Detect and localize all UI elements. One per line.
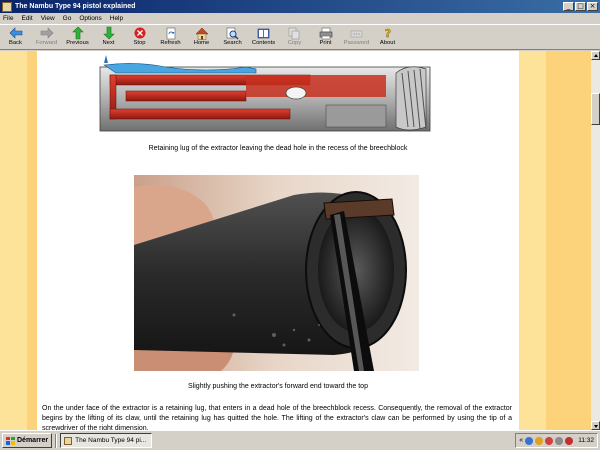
- tray-security-icon[interactable]: [535, 436, 544, 445]
- minimize-button[interactable]: _: [563, 2, 574, 11]
- menu-view[interactable]: View: [41, 15, 55, 22]
- forward-button[interactable]: Forward: [31, 25, 62, 50]
- back-label: Back: [9, 40, 22, 46]
- home-icon: [194, 26, 209, 40]
- forward-label: Forward: [35, 40, 58, 46]
- back-arrow-icon: [9, 26, 23, 40]
- tray-volume-icon[interactable]: [555, 436, 564, 445]
- taskbar: Démarrer The Nambu Type 94 pi... « 11:32: [0, 430, 600, 450]
- extractor-photo: [134, 175, 419, 371]
- print-icon: [319, 26, 333, 40]
- password-label: Password: [343, 40, 370, 46]
- back-button[interactable]: Back: [0, 25, 31, 50]
- forward-arrow-icon: [40, 26, 54, 40]
- window-title: The Nambu Type 94 pistol explained: [15, 3, 136, 10]
- search-button[interactable]: Search: [217, 25, 248, 50]
- previous-up-arrow-icon: [71, 26, 85, 40]
- previous-label: Previous: [66, 40, 89, 46]
- about-label: About: [379, 40, 396, 46]
- previous-button[interactable]: Previous: [62, 25, 93, 50]
- task-app-icon: [64, 436, 73, 445]
- stop-label: Stop: [133, 40, 146, 46]
- maximize-button[interactable]: □: [575, 2, 586, 11]
- tray-clock[interactable]: 11:32: [578, 437, 594, 444]
- windows-logo-icon: [6, 436, 15, 445]
- scroll-up-icon: [594, 54, 598, 57]
- menu-edit[interactable]: Edit: [21, 15, 32, 22]
- body-paragraph: On the under face of the extractor is a …: [42, 405, 512, 430]
- search-icon: [226, 26, 240, 40]
- content-area[interactable]: Retaining lug of the extractor leaving t…: [0, 51, 591, 430]
- menu-options[interactable]: Options: [79, 15, 101, 22]
- password-icon: [350, 26, 364, 40]
- menu-bar: File Edit View Go Options Help: [0, 13, 600, 24]
- scroll-up-button[interactable]: [591, 51, 600, 60]
- close-button[interactable]: ×: [587, 2, 598, 11]
- system-tray: « 11:32: [515, 433, 598, 448]
- taskbar-window-item[interactable]: The Nambu Type 94 pi...: [60, 433, 153, 448]
- search-label: Search: [223, 40, 242, 46]
- left-margin-band: [0, 51, 27, 430]
- home-button[interactable]: Home: [186, 25, 217, 50]
- next-label: Next: [102, 40, 115, 46]
- stop-icon: [133, 26, 147, 40]
- vertical-scrollbar[interactable]: [591, 51, 600, 430]
- password-button[interactable]: Password: [341, 25, 372, 50]
- print-button[interactable]: Print: [310, 25, 341, 50]
- diagram-caption: Retaining lug of the extractor leaving t…: [148, 145, 408, 152]
- tray-expand-icon[interactable]: «: [519, 437, 523, 444]
- tray-antivirus-icon[interactable]: [545, 436, 554, 445]
- scroll-thumb[interactable]: [591, 93, 600, 125]
- left-margin-band-inner: [27, 51, 37, 430]
- right-margin-band: [519, 51, 546, 430]
- taskbar-separator: [55, 433, 58, 448]
- menu-help[interactable]: Help: [110, 15, 123, 22]
- right-margin-band-outer: [546, 51, 591, 430]
- contents-icon: [257, 26, 271, 40]
- scroll-down-button[interactable]: [591, 421, 600, 430]
- contents-label: Contents: [251, 40, 276, 46]
- about-icon: ?: [381, 26, 395, 40]
- svg-text:?: ?: [384, 27, 390, 40]
- start-label: Démarrer: [17, 437, 49, 444]
- about-button[interactable]: ? About: [372, 25, 403, 50]
- tray-network-icon[interactable]: [525, 436, 534, 445]
- refresh-label: Refresh: [160, 40, 181, 46]
- home-label: Home: [193, 40, 210, 46]
- task-label: The Nambu Type 94 pi...: [75, 437, 147, 444]
- scroll-down-icon: [594, 425, 598, 428]
- next-button[interactable]: Next: [93, 25, 124, 50]
- breechblock-diagram: [99, 55, 431, 132]
- menu-go[interactable]: Go: [63, 15, 72, 22]
- title-bar: The Nambu Type 94 pistol explained _ □ ×: [0, 0, 600, 13]
- menu-file[interactable]: File: [3, 15, 13, 22]
- photo-caption: Slightly pushing the extractor's forward…: [188, 383, 368, 390]
- copy-button[interactable]: Copy: [279, 25, 310, 50]
- start-button[interactable]: Démarrer: [2, 433, 53, 448]
- app-icon: [2, 1, 12, 12]
- refresh-button[interactable]: Refresh: [155, 25, 186, 50]
- copy-icon: [288, 26, 302, 40]
- print-label: Print: [319, 40, 332, 46]
- next-down-arrow-icon: [102, 26, 116, 40]
- refresh-icon: [164, 26, 178, 40]
- contents-button[interactable]: Contents: [248, 25, 279, 50]
- stop-button[interactable]: Stop: [124, 25, 155, 50]
- toolbar: Back Forward Previous Next Stop Refresh: [0, 24, 600, 50]
- tray-app-icon[interactable]: [565, 436, 574, 445]
- copy-label: Copy: [287, 40, 302, 46]
